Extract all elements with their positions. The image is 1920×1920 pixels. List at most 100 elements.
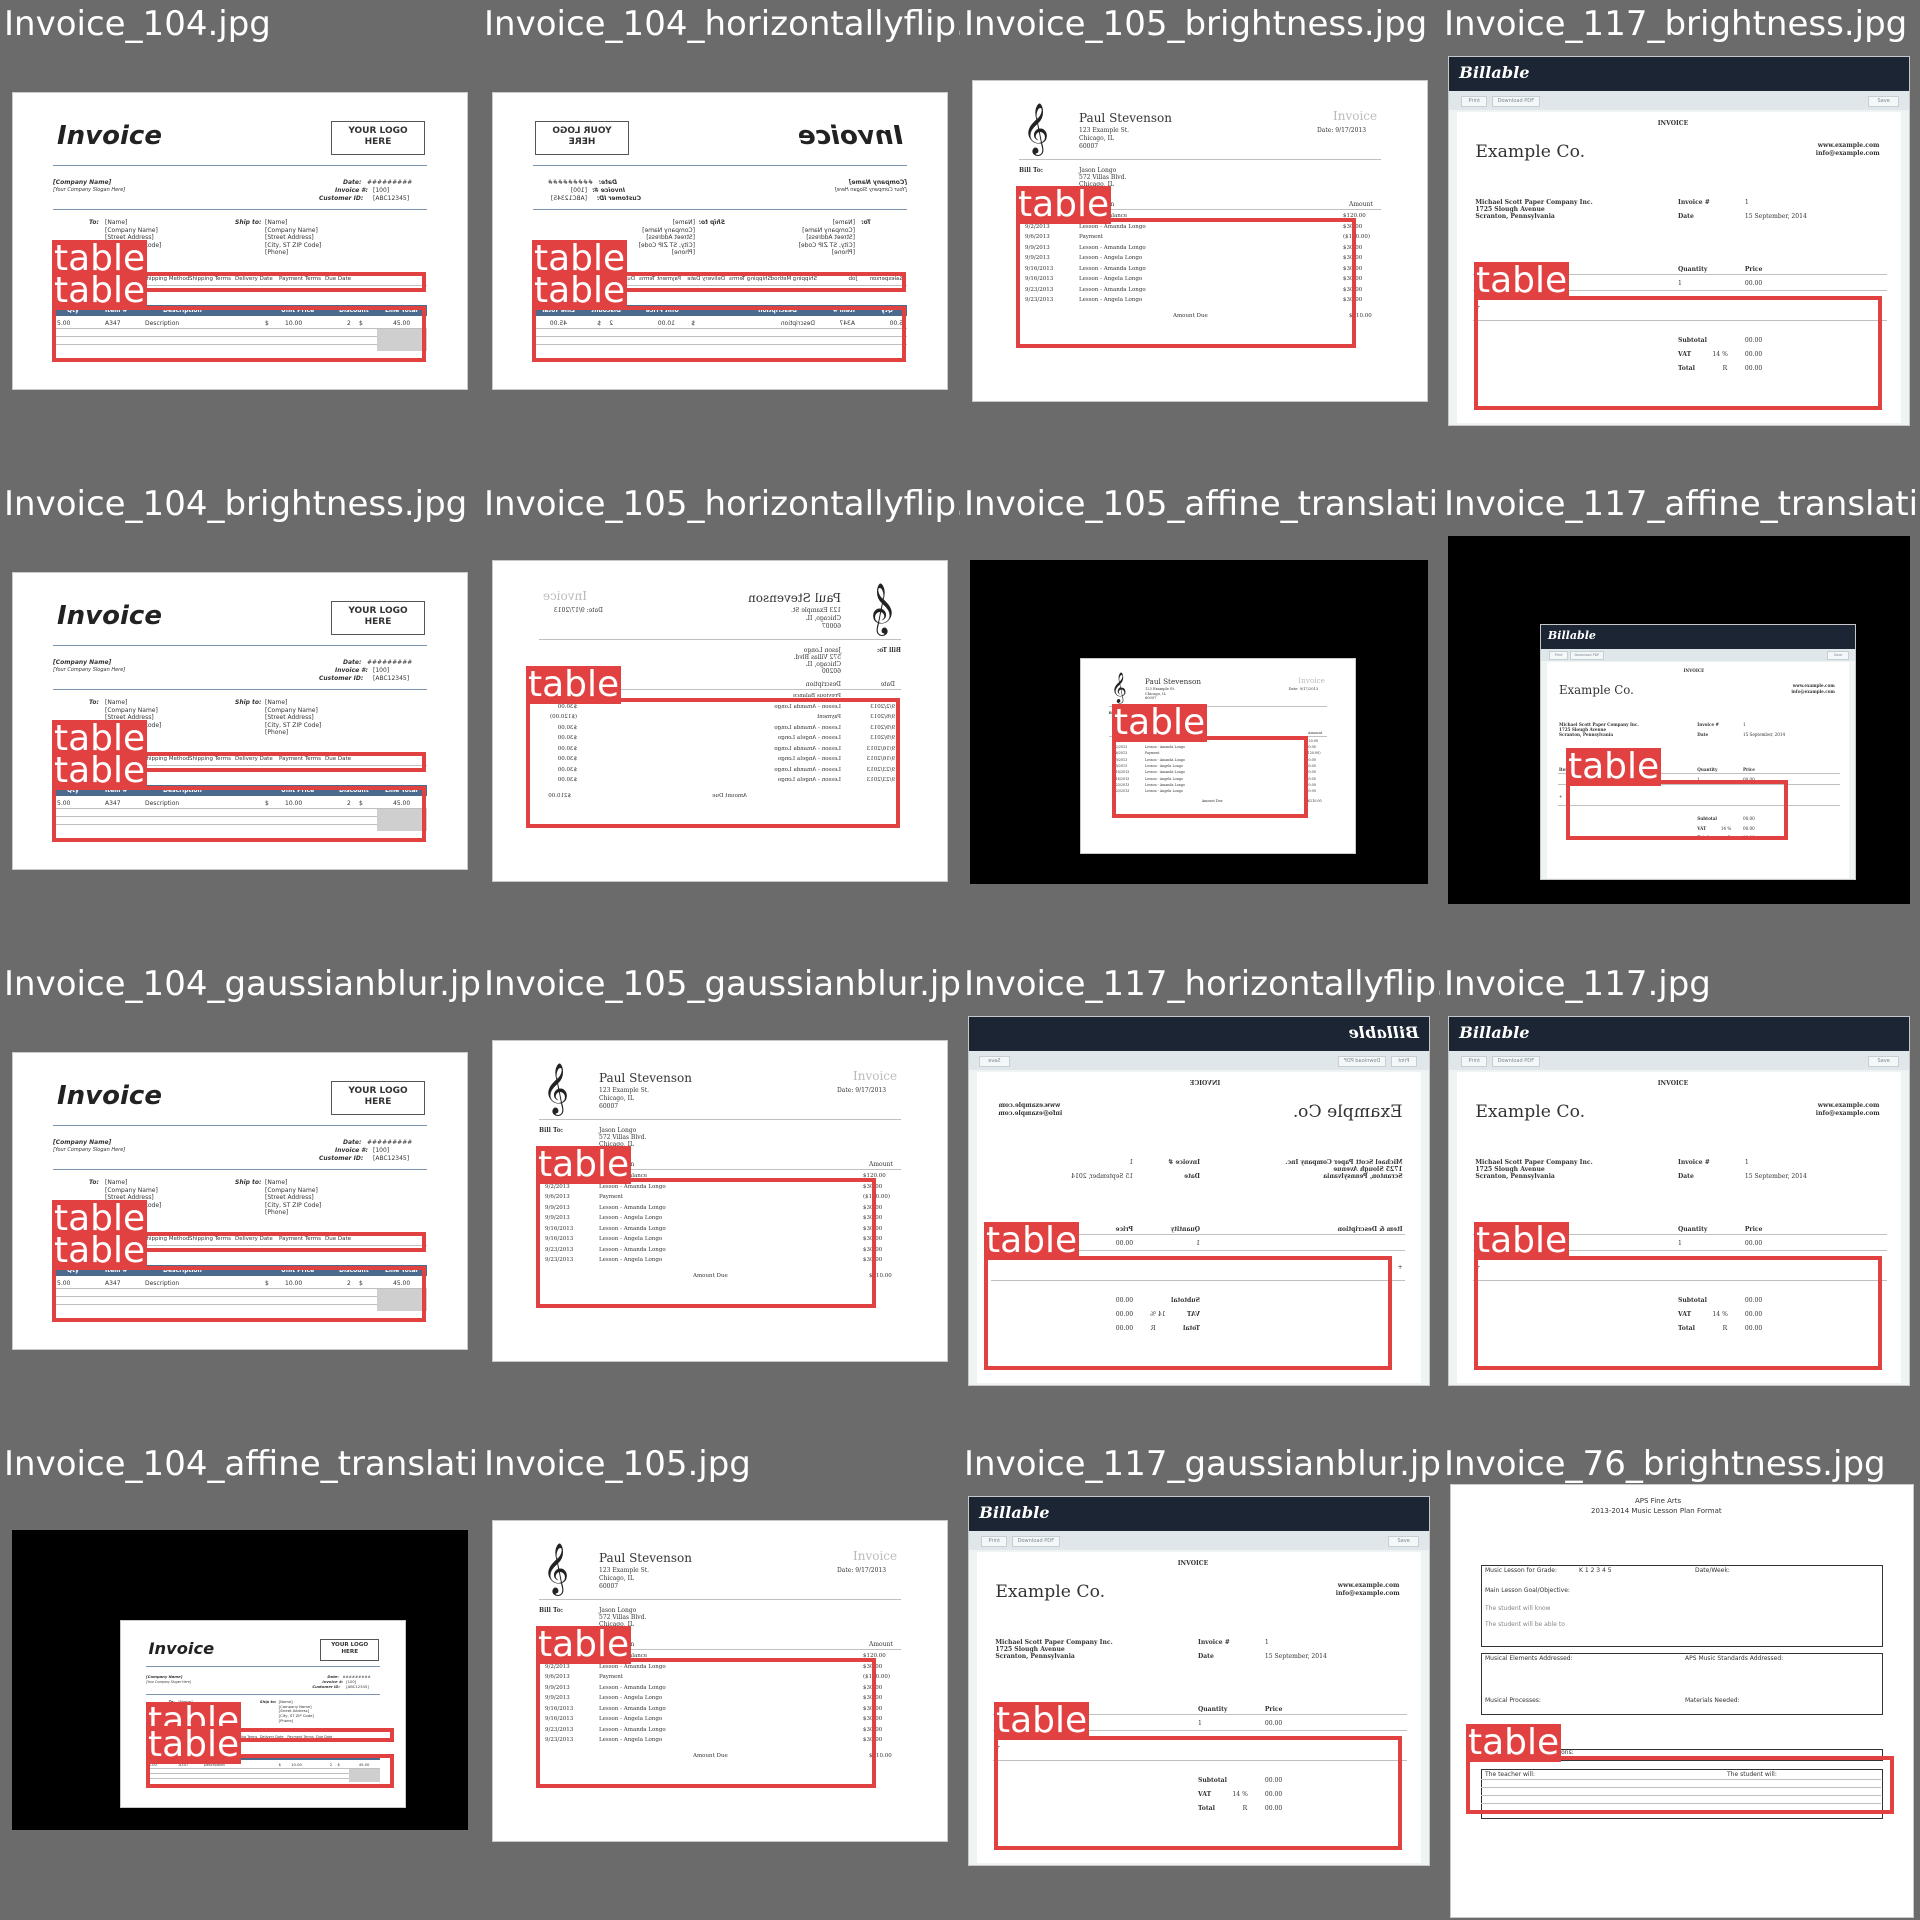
bill-to-line: Chicago, IL bbox=[806, 661, 841, 668]
invoice-number-value: [100] bbox=[373, 667, 390, 674]
goal-label: Main Lesson Goal/Objective: bbox=[1485, 1587, 1570, 1594]
treble-clef-logo: 𝄞 bbox=[1111, 672, 1127, 704]
treble-clef-logo: 𝄞 bbox=[543, 1543, 570, 1594]
grid-cell: Invoice_105.jpg 𝄞 Paul Stevenson 123 Exampl… bbox=[480, 1440, 960, 1920]
cell-filename: Invoice_117_brightness.jpg bbox=[1444, 4, 1908, 44]
org-name: APS Fine Arts bbox=[1635, 1497, 1682, 1505]
invoice-number-label: Invoice #: bbox=[322, 1679, 343, 1684]
header-rule bbox=[539, 639, 901, 640]
print-button[interactable]: Print bbox=[1461, 1055, 1488, 1067]
customer-id-label: Customer ID: bbox=[319, 675, 364, 682]
logo-placeholder: YOUR LOGO HERE bbox=[331, 121, 425, 155]
to-address-line: [Company Name] bbox=[105, 706, 158, 714]
client-line: 1725 Slough Avenue bbox=[1475, 1165, 1545, 1173]
company-email: info@example.com bbox=[1791, 688, 1835, 694]
invoice-number-value: 1 bbox=[1129, 1158, 1134, 1166]
address-rule bbox=[533, 209, 907, 210]
col-quantity: Quantity bbox=[1677, 265, 1708, 273]
col-price: Price bbox=[1744, 1225, 1763, 1233]
invoice-date: Date: 9/17/2013 bbox=[837, 1087, 887, 1094]
company-slogan: [Your Company Slogan Here] bbox=[53, 667, 126, 673]
table-bbox bbox=[1566, 780, 1788, 840]
app-navbar: Billable bbox=[1449, 57, 1909, 92]
save-button[interactable]: Save bbox=[979, 1055, 1010, 1067]
print-button[interactable]: Print bbox=[981, 1535, 1008, 1547]
sender-name: Paul Stevenson bbox=[599, 1551, 692, 1565]
invoice-heading: Invoice bbox=[1298, 675, 1325, 685]
ship-address-line: [City, ST ZIP Code] bbox=[638, 241, 695, 249]
bill-to-line: 572 Villas Blvd. bbox=[599, 1134, 647, 1141]
company-name: Example Co. bbox=[1475, 1102, 1586, 1123]
print-button[interactable]: Print bbox=[1549, 651, 1568, 660]
ship-address-line: [Company Name] bbox=[265, 226, 318, 234]
grid-cell: Invoice_117_affine_translation.jpg Billab… bbox=[1440, 480, 1920, 960]
company-slogan: [Your Company Slogan Here] bbox=[146, 1679, 191, 1684]
customer-id-value: [ABC12345] bbox=[373, 675, 410, 682]
logo-placeholder: YOUR LOGO HERE bbox=[331, 601, 425, 635]
app-navbar: Billable bbox=[1449, 1017, 1909, 1052]
company-name: [Company Name] bbox=[53, 179, 112, 186]
sender-name: Paul Stevenson bbox=[1144, 677, 1201, 687]
price-value: 00.00 bbox=[1744, 1239, 1763, 1247]
company-name: Example Co. bbox=[1292, 1102, 1403, 1123]
company-name: Example Co. bbox=[1558, 683, 1634, 698]
download-pdf-button[interactable]: Download PDF bbox=[1491, 95, 1541, 107]
app-navbar: Billable bbox=[969, 1497, 1429, 1532]
invoice-heading: Invoice bbox=[853, 1549, 898, 1563]
download-pdf-button[interactable]: Download PDF bbox=[1491, 1055, 1541, 1067]
col-item-description: Item & Description bbox=[1337, 1225, 1403, 1233]
print-button[interactable]: Print bbox=[1390, 1055, 1417, 1067]
download-pdf-button[interactable]: Download PDF bbox=[1011, 1535, 1061, 1547]
bill-to-line: 572 Villas Blvd. bbox=[599, 1614, 647, 1621]
date-label: Date: bbox=[343, 1139, 362, 1146]
table-bbox bbox=[52, 1266, 426, 1322]
sender-address-line: 123 Example St. bbox=[1144, 686, 1176, 691]
to-address-line: [Name] bbox=[105, 1179, 128, 1186]
sender-address-line: 60007 bbox=[1079, 143, 1099, 150]
invoice-heading: Invoice bbox=[1333, 109, 1378, 123]
company-slogan: [Your Company Slogan Here] bbox=[53, 187, 126, 193]
price-value: 00.00 bbox=[1744, 279, 1763, 287]
invoice-number-label: Invoice # bbox=[1168, 1158, 1201, 1166]
table-bbox-label: table bbox=[1474, 260, 1570, 301]
save-button[interactable]: Save bbox=[1868, 1055, 1899, 1067]
date-value: ######### bbox=[367, 1139, 413, 1146]
bill-to-line: 572 Villas Blvd. bbox=[793, 654, 841, 661]
grid-cell: Invoice_76_brightness.jpg APS Fine Arts 20… bbox=[1440, 1440, 1920, 1920]
invoice-number-label: Invoice #: bbox=[335, 667, 368, 674]
grid-cell: Invoice_104_brightness.jpg Invoice YOUR LO… bbox=[0, 480, 480, 960]
invoice-heading: INVOICE bbox=[1657, 1079, 1689, 1087]
to-label: To: bbox=[89, 219, 99, 226]
company-name: [Company Name] bbox=[53, 659, 112, 666]
table-bbox-label: table bbox=[994, 1700, 1090, 1741]
sender-address-line: 123 Example St. bbox=[599, 1087, 650, 1094]
invoice-date: Date: 9/17/2013 bbox=[553, 607, 603, 614]
cell-filename: Invoice_105_affine_translation.jpg bbox=[964, 484, 1440, 524]
cell-filename: Invoice_105.jpg bbox=[484, 1444, 751, 1484]
download-pdf-button[interactable]: Download PDF bbox=[1570, 651, 1604, 660]
col-quantity: Quantity bbox=[1170, 1225, 1201, 1233]
processes-label: Musical Processes: bbox=[1485, 1697, 1541, 1704]
invoice-heading: INVOICE bbox=[1189, 1079, 1221, 1087]
table-bbox-label: table bbox=[532, 270, 628, 311]
table-bbox bbox=[52, 306, 426, 362]
bill-to-label: Bill To: bbox=[539, 1607, 563, 1614]
client-line: 1725 Slough Avenue bbox=[1333, 1165, 1403, 1173]
invoice-number-value: 1 bbox=[1742, 721, 1746, 727]
table-bbox bbox=[984, 1256, 1392, 1370]
grid-cell: Invoice_105_affine_translation.jpg 𝄞 Paul … bbox=[960, 480, 1440, 960]
table-bbox bbox=[536, 1658, 876, 1788]
save-button[interactable]: Save bbox=[1388, 1535, 1419, 1547]
grid-cell: Invoice_104.jpg Invoice YOUR LOGO HERE [Com… bbox=[0, 0, 480, 480]
invoice-number-value: 1 bbox=[1264, 1638, 1269, 1646]
save-button[interactable]: Save bbox=[1868, 95, 1899, 107]
student-able: The student will be able to bbox=[1485, 1621, 1565, 1628]
date-label: Date: bbox=[343, 659, 362, 666]
save-button[interactable]: Save bbox=[1827, 651, 1849, 660]
download-pdf-button[interactable]: Download PDF bbox=[1337, 1055, 1387, 1067]
cell-filename: Invoice_117_affine_translation.jpg bbox=[1444, 484, 1920, 524]
print-button[interactable]: Print bbox=[1461, 95, 1488, 107]
table-bbox bbox=[1466, 1756, 1894, 1814]
cell-filename: Invoice_104.jpg bbox=[4, 4, 271, 44]
table-bbox-label: table bbox=[52, 1230, 148, 1271]
